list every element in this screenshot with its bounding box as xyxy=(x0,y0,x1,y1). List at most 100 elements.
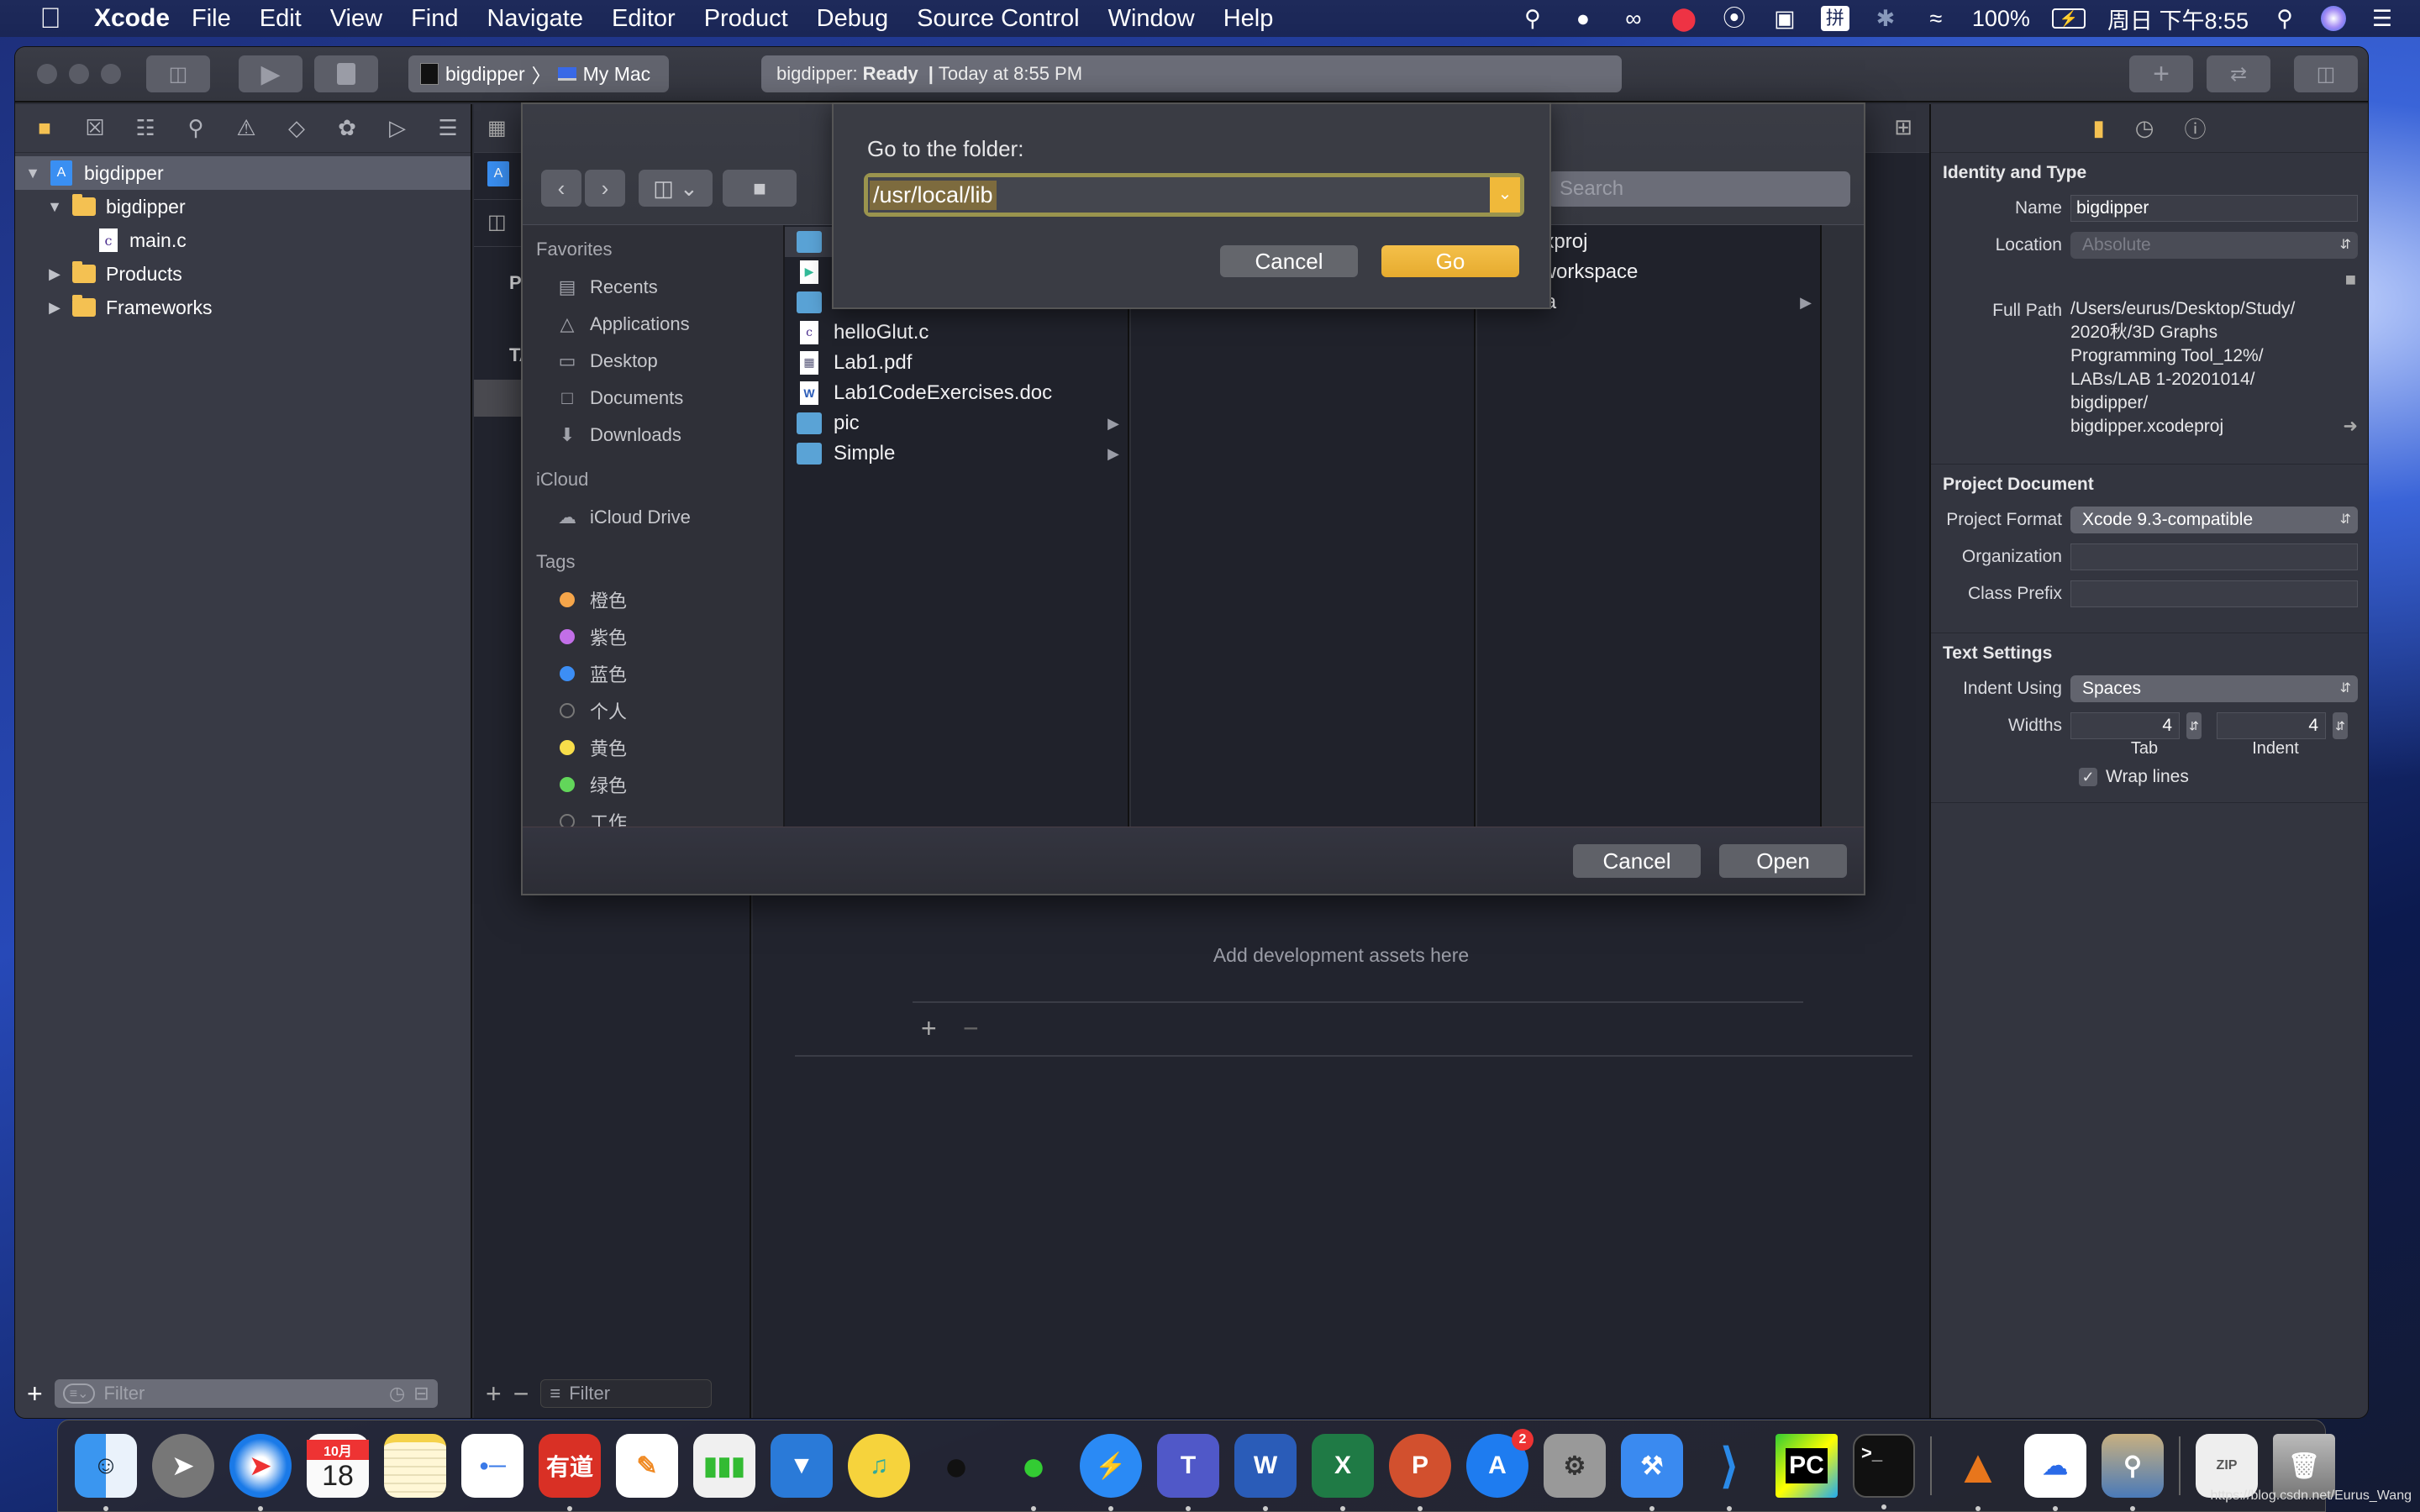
stop-button[interactable] xyxy=(314,55,378,92)
disclosure-expanded-icon[interactable]: ▼ xyxy=(24,165,42,182)
menu-help[interactable]: Help xyxy=(1223,5,1274,33)
dock-calendar[interactable]: 10月 18 xyxy=(307,1434,369,1498)
dock-word[interactable]: W xyxy=(1234,1434,1297,1511)
view-mode-button[interactable]: ◫ ⌄ xyxy=(639,170,713,207)
library-button[interactable]: + xyxy=(2129,55,2193,92)
tab-width-stepper[interactable]: ⇵ xyxy=(2186,712,2202,739)
dock-dingtalk[interactable]: ⚡ xyxy=(1080,1434,1142,1511)
sidebar-tag[interactable]: 蓝色 xyxy=(523,655,783,692)
tree-item-group[interactable]: ▶ Products xyxy=(15,257,471,291)
recent-files-icon[interactable]: ◷ xyxy=(389,1383,405,1404)
menu-app-xcode[interactable]: Xcode xyxy=(94,0,170,50)
wechat-icon[interactable]: ● xyxy=(1569,6,1597,31)
pinyin-input-icon[interactable]: 拼 xyxy=(1820,6,1849,31)
add-file-button[interactable]: + xyxy=(27,1378,43,1410)
tab-width-field[interactable]: 4 xyxy=(2070,712,2180,739)
tree-item-group[interactable]: ▼ bigdipper xyxy=(15,190,471,223)
dock-finder[interactable]: ☺ xyxy=(75,1434,137,1511)
file-item[interactable]: ▦ Lab1.pdf xyxy=(785,348,1128,378)
name-field[interactable]: bigdipper xyxy=(2070,195,2358,222)
bluetooth-icon[interactable]: ✱ xyxy=(1871,6,1900,31)
creative-cloud-icon[interactable]: ∞ xyxy=(1619,6,1648,31)
dock-launchpad[interactable]: ➤ xyxy=(152,1434,214,1498)
new-folder-button[interactable]: ■ xyxy=(723,170,797,207)
file-item[interactable]: pic ▶ xyxy=(785,408,1128,438)
siri-icon[interactable] xyxy=(2321,6,2346,31)
dock-reminders[interactable]: ●— xyxy=(461,1434,523,1498)
dock-system-preferences[interactable]: ⚙ xyxy=(1544,1434,1606,1498)
indent-width-field[interactable]: 4 xyxy=(2217,712,2326,739)
dock-pycharm[interactable]: PC xyxy=(1776,1434,1838,1498)
menu-debug[interactable]: Debug xyxy=(817,5,888,33)
scheme-selector[interactable]: bigdipper 〉 My Mac xyxy=(408,55,669,92)
dock-pages[interactable]: ✎ xyxy=(616,1434,678,1498)
filter-options-icon[interactable]: ≡⌄ xyxy=(62,1383,96,1404)
dock-numbers[interactable]: ▮▮▮ xyxy=(693,1434,755,1498)
indent-using-popup[interactable]: Spaces ⇵ xyxy=(2070,675,2358,702)
organization-field[interactable] xyxy=(2070,543,2358,570)
disclosure-collapsed-icon[interactable]: ▶ xyxy=(45,265,64,283)
indent-width-stepper[interactable]: ⇵ xyxy=(2333,712,2348,739)
help-icon[interactable]: ⓘ xyxy=(2184,113,2206,144)
dock-qq[interactable]: ● xyxy=(925,1434,987,1498)
apple-menu-icon[interactable]:  xyxy=(34,3,67,35)
sidebar-item-desktop[interactable]: ▭ Desktop xyxy=(523,343,783,380)
close-window-button[interactable] xyxy=(37,64,57,84)
breakpoint-navigator-icon[interactable]: ▷ xyxy=(383,115,412,141)
source-control-filter-icon[interactable]: ⊟ xyxy=(413,1383,429,1404)
class-prefix-field[interactable] xyxy=(2070,580,2358,607)
history-icon[interactable]: ◷ xyxy=(2135,115,2154,141)
reveal-in-finder-icon[interactable]: ➜ xyxy=(2343,415,2358,438)
dingtalk-icon[interactable]: ⦿ xyxy=(1720,6,1749,31)
search-field[interactable]: Search xyxy=(1548,171,1850,207)
tree-item-group[interactable]: ▶ Frameworks xyxy=(15,291,471,324)
disclosure-collapsed-icon[interactable]: ▶ xyxy=(45,299,64,317)
file-item[interactable]: W Lab1CodeExercises.doc xyxy=(785,378,1128,408)
path-history-dropdown[interactable]: ⌄ xyxy=(1490,177,1520,213)
minimize-window-button[interactable] xyxy=(69,64,89,84)
project-format-popup[interactable]: Xcode 9.3-compatible ⇵ xyxy=(2070,507,2358,533)
display-icon[interactable]: ▣ xyxy=(1770,6,1799,31)
folder-path-input[interactable]: /usr/local/lib ⌄ xyxy=(864,173,1524,217)
cancel-button[interactable]: Cancel xyxy=(1573,844,1701,878)
wifi-icon[interactable]: ≈ xyxy=(1922,6,1950,31)
sidebar-item-recents[interactable]: ▤ Recents xyxy=(523,269,783,306)
toggle-navigator-button[interactable]: ◫ xyxy=(146,55,210,92)
menu-view[interactable]: View xyxy=(330,5,382,33)
menu-product[interactable]: Product xyxy=(704,5,788,33)
dock-vscode[interactable]: ⟩ xyxy=(1698,1434,1760,1511)
dock-preview[interactable]: ⚲ xyxy=(2102,1434,2164,1511)
debug-navigator-icon[interactable]: ✿ xyxy=(333,115,361,141)
zoom-window-button[interactable] xyxy=(101,64,121,84)
chrome-icon[interactable]: ⬤ xyxy=(1670,6,1698,31)
tree-item-file[interactable]: c main.c xyxy=(15,223,471,257)
menu-source-control[interactable]: Source Control xyxy=(917,5,1079,33)
qq-search-icon[interactable]: ⚲ xyxy=(1518,6,1547,31)
file-inspector-icon[interactable]: ▮ xyxy=(2092,115,2104,141)
sheet-cancel-button[interactable]: Cancel xyxy=(1220,245,1358,277)
sidebar-tag[interactable]: 黄色 xyxy=(523,729,783,766)
dock-wechat[interactable]: ● xyxy=(1002,1434,1065,1511)
menu-file[interactable]: File xyxy=(192,5,231,33)
dock-xcode[interactable]: ⚒ xyxy=(1621,1434,1683,1511)
disclosure-expanded-icon[interactable]: ▼ xyxy=(45,198,64,216)
add-editor-icon[interactable]: ⊞ xyxy=(1894,114,1912,140)
dock-excel[interactable]: X xyxy=(1312,1434,1374,1511)
run-button[interactable]: ▶ xyxy=(239,55,302,92)
targets-filter-field[interactable]: ≡ Filter xyxy=(540,1379,713,1408)
back-button[interactable]: ‹ xyxy=(541,170,581,207)
dock-matlab[interactable]: ▲ xyxy=(1947,1434,2009,1511)
sidebar-item-applications[interactable]: △ Applications xyxy=(523,306,783,343)
issue-navigator-icon[interactable]: ⚠ xyxy=(232,115,260,141)
dock-teams[interactable]: T xyxy=(1157,1434,1219,1511)
dock-app-store[interactable]: A2 xyxy=(1466,1429,1534,1498)
navigator-filter-field[interactable]: ≡⌄ Filter ◷ ⊟ xyxy=(54,1379,438,1408)
report-navigator-icon[interactable]: ☰ xyxy=(434,115,462,141)
dock-powerpoint[interactable]: P xyxy=(1389,1434,1451,1511)
sidebar-tag[interactable]: 橙色 xyxy=(523,581,783,618)
menu-find[interactable]: Find xyxy=(411,5,458,33)
remove-target-button[interactable]: − xyxy=(513,1378,529,1410)
add-target-button[interactable]: + xyxy=(486,1378,502,1410)
battery-charging-icon[interactable]: ⚡ xyxy=(2051,8,2086,29)
clock[interactable]: 周日 下午8:55 xyxy=(2107,3,2249,35)
